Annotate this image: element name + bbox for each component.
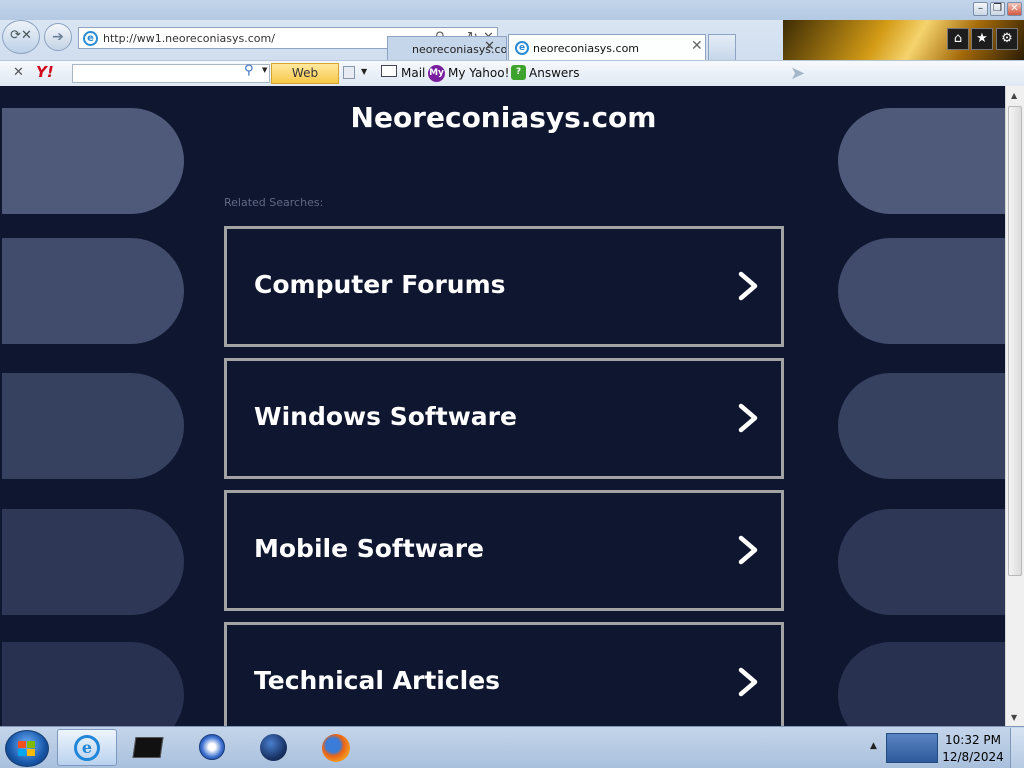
decorative-pill	[2, 238, 184, 344]
site-title: Neoreconiasys.com	[350, 101, 657, 134]
scrollbar-thumb[interactable]	[1008, 106, 1022, 576]
address-url[interactable]: http://ww1.neoreconiasys.com/	[103, 32, 275, 45]
forward-button[interactable]: ➔	[44, 23, 72, 51]
decorative-pill	[838, 509, 1005, 615]
yahoo-search-input[interactable]	[72, 64, 270, 83]
link-label: Computer Forums	[254, 270, 506, 299]
tab-active[interactable]: e neoreconiasys.com ✕	[508, 34, 706, 60]
globe-icon	[260, 734, 287, 761]
command-prompt-icon	[132, 737, 164, 758]
decorative-pill	[838, 238, 1005, 344]
close-icon[interactable]: ✕	[1007, 2, 1022, 16]
network-tray-icon[interactable]	[886, 733, 938, 763]
minimize-icon[interactable]: –	[973, 2, 988, 16]
taskbar: e ▲ 10:32 PM 12/8/2024	[0, 726, 1024, 768]
related-link-mobile-software[interactable]: Mobile Software	[224, 490, 784, 611]
mail-icon[interactable]	[381, 65, 397, 77]
home-icon[interactable]: ⌂	[947, 28, 969, 50]
related-link-windows-software[interactable]: Windows Software	[224, 358, 784, 479]
clock-time[interactable]: 10:32 PM	[938, 733, 1008, 747]
toolbar-close-icon[interactable]: ✕	[13, 65, 24, 80]
yahoo-toolbar: ✕ Y! ⚲ ▼ Web Search ▼ Mail My My Yahoo! …	[0, 60, 1024, 99]
vertical-scrollbar[interactable]: ▲ ▼	[1005, 86, 1024, 726]
my-yahoo-link[interactable]: My Yahoo!	[448, 66, 509, 80]
firefox-icon	[322, 734, 350, 762]
tab-inactive[interactable]: neoreconiasys.com ✕	[387, 36, 507, 60]
gear-icon[interactable]: ⚙	[996, 28, 1018, 50]
scroll-up-icon[interactable]: ▲	[1011, 91, 1017, 100]
taskbar-firefox[interactable]	[305, 729, 365, 766]
ie-favicon-icon: e	[83, 31, 98, 46]
dropdown-caret-icon[interactable]: ▼	[361, 67, 367, 76]
tab-close-icon[interactable]: ✕	[484, 39, 495, 54]
chevron-right-icon	[738, 403, 758, 433]
chevron-right-icon	[738, 535, 758, 565]
decorative-pill	[2, 373, 184, 479]
search-icon[interactable]: ⚲	[244, 63, 254, 78]
web-search-button[interactable]: Web Search	[271, 63, 339, 99]
start-button[interactable]	[5, 730, 49, 767]
mail-link[interactable]: Mail	[401, 66, 425, 80]
chevron-right-icon	[738, 667, 758, 697]
answers-link[interactable]: Answers	[529, 66, 579, 80]
taskbar-internet-explorer[interactable]: e	[57, 729, 117, 766]
answers-icon[interactable]: ?	[511, 65, 526, 80]
chevron-right-icon	[738, 271, 758, 301]
title-bar	[0, 0, 1024, 20]
back-button[interactable]: ⟳✕	[2, 20, 40, 54]
link-label: Windows Software	[254, 402, 517, 431]
link-label: Technical Articles	[254, 666, 501, 695]
browser-chrome: – ❐ ✕ ⟳✕ ➔ e http://ww1.neoreconiasys.co…	[0, 0, 1024, 99]
restore-icon[interactable]: ❐	[990, 2, 1005, 16]
show-hidden-icons-icon[interactable]: ▲	[870, 741, 877, 751]
media-player-icon	[199, 734, 225, 760]
my-yahoo-icon[interactable]: My	[428, 65, 445, 82]
related-link-computer-forums[interactable]: Computer Forums	[224, 226, 784, 347]
favorites-star-icon[interactable]: ★	[971, 28, 993, 50]
new-tab-button[interactable]	[708, 34, 736, 60]
taskbar-network-globe[interactable]	[243, 729, 303, 766]
tab-label: neoreconiasys.com	[533, 42, 640, 55]
windows-logo-icon	[18, 741, 35, 756]
related-searches-label: Related Searches:	[224, 196, 324, 209]
show-desktop-button[interactable]	[1010, 728, 1024, 768]
taskbar-media-player[interactable]	[182, 729, 242, 766]
link-label: Mobile Software	[254, 534, 485, 563]
scroll-down-icon[interactable]: ▼	[1011, 713, 1017, 722]
ie-favicon-icon: e	[515, 41, 529, 55]
decorative-pill	[838, 642, 1005, 726]
decorative-pill	[2, 509, 184, 615]
decorative-pill	[838, 373, 1005, 479]
internet-explorer-icon: e	[74, 735, 100, 761]
send-arrow-icon[interactable]: ➤	[790, 63, 805, 84]
clock-date[interactable]: 12/8/2024	[938, 750, 1008, 764]
tab-close-icon[interactable]: ✕	[691, 38, 703, 54]
highlight-icon[interactable]	[343, 66, 355, 79]
page-content: Neoreconiasys.com Related Searches: Comp…	[2, 86, 1005, 726]
taskbar-command-prompt[interactable]	[120, 729, 180, 766]
related-link-technical-articles[interactable]: Technical Articles	[224, 622, 784, 726]
decorative-pill	[2, 642, 184, 726]
dropdown-caret-icon[interactable]: ▼	[262, 66, 267, 74]
yahoo-logo[interactable]: Y!	[36, 64, 54, 81]
